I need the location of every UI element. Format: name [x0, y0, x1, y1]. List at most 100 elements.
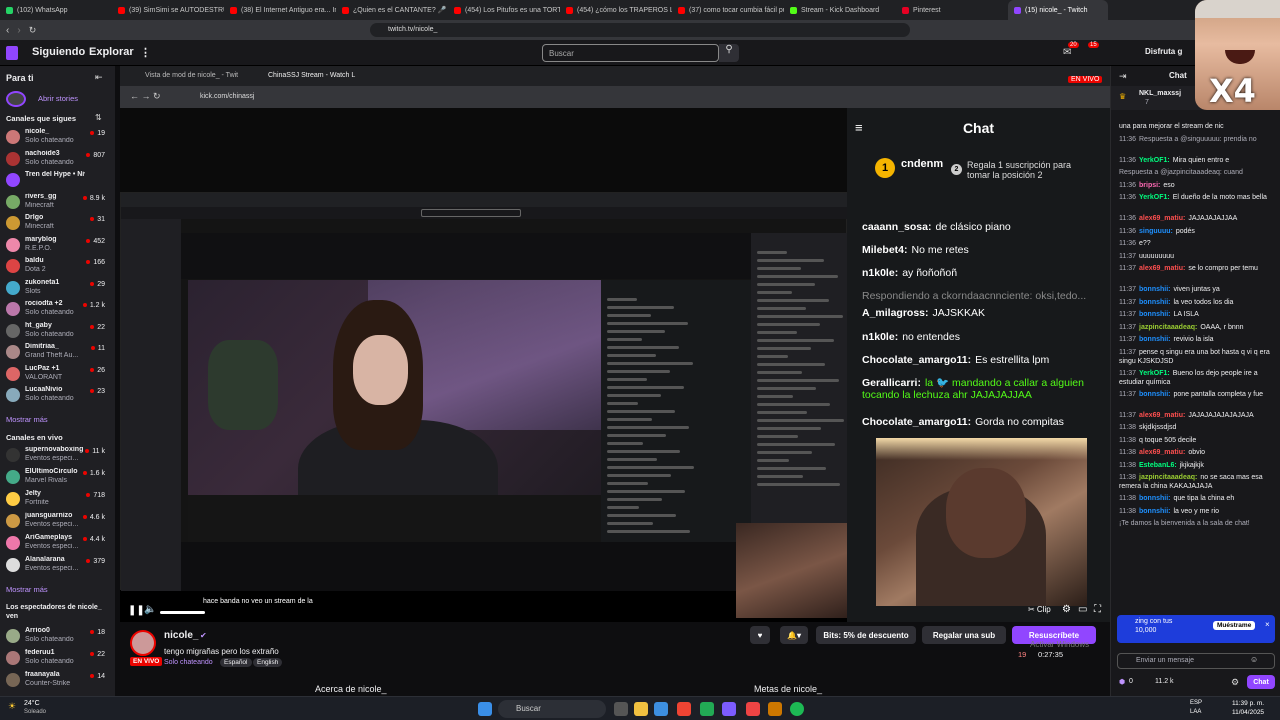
chat-username[interactable]: bonnshii: — [1139, 311, 1171, 318]
channel-row[interactable]: baldu Dota 2 166 — [0, 256, 115, 278]
chat-username[interactable]: alex69_matiu: — [1139, 412, 1185, 419]
settings-gear-icon[interactable]: ⚙ — [1062, 604, 1071, 615]
browser-tab[interactable]: (38) El Internet Antiguo era... Inq — [224, 0, 336, 20]
clip-button[interactable]: ✂ Clip — [1028, 605, 1051, 614]
browser-tab[interactable]: (37) como tocar cumbia fácil puer — [672, 0, 784, 20]
chat-username[interactable]: bripsi: — [1139, 182, 1160, 189]
kick-chat-username[interactable]: Chocolate_amargo11: — [862, 416, 971, 428]
chat-input[interactable]: Enviar un mensaje ☺ — [1117, 653, 1275, 669]
chat-username[interactable]: alex69_matiu: — [1139, 215, 1185, 222]
tag-english[interactable]: English — [253, 658, 283, 667]
channel-row[interactable]: LucPaz +1 VALORANT 26 — [0, 364, 115, 386]
channel-row[interactable]: nicole_ Solo chateando 19 — [0, 127, 115, 149]
chat-username[interactable]: bonnshii: — [1139, 286, 1171, 293]
search-button[interactable]: ⚲ — [719, 44, 739, 62]
kick-chat-username[interactable]: Milebet4: — [862, 244, 908, 256]
nav-following[interactable]: Siguiendo — [32, 46, 85, 58]
fullscreen-icon[interactable]: ⛶ — [1094, 604, 1101, 615]
file-explorer-icon[interactable] — [634, 702, 648, 716]
chat-username[interactable]: bonnshii: — [1139, 508, 1171, 515]
tag-spanish[interactable]: Español — [220, 658, 252, 667]
browser-tab[interactable]: Stream - Kick Dashboard — [784, 0, 896, 20]
chat-username[interactable]: singuuuu: — [1139, 228, 1173, 235]
channel-points-icon[interactable]: ⬢ — [1119, 678, 1125, 686]
bits-discount-button[interactable]: Bits: 5% de descuento — [816, 626, 916, 644]
channel-row[interactable]: juansguarnizo Eventos especi... 4.6 k — [0, 511, 115, 533]
show-more-followed[interactable]: Mostrar más — [6, 415, 48, 424]
about-heading[interactable]: Acerca de nicole_ — [315, 684, 387, 694]
store-icon[interactable] — [654, 702, 668, 716]
chat-username[interactable]: bonnshii: — [1139, 495, 1171, 502]
reload-icon[interactable]: ↻ — [29, 25, 37, 36]
start-icon[interactable] — [478, 702, 492, 716]
twitch-logo-icon[interactable] — [6, 46, 18, 60]
gift-sub-button[interactable]: Regalar una sub — [922, 626, 1006, 644]
brave-icon[interactable] — [677, 702, 691, 716]
channel-row[interactable]: federuu1 Solo chateando 22 — [0, 648, 115, 670]
browser-tab[interactable]: ¿Quien es el CANTANTE? 🎤 Jueg — [336, 0, 448, 20]
channel-row[interactable]: Dimitriaa_ Grand Theft Au... 11 — [0, 342, 115, 364]
chat-username[interactable]: bonnshii: — [1139, 299, 1171, 306]
chat-username[interactable]: YerkOF1: — [1139, 370, 1170, 377]
app-icon-orange[interactable] — [768, 702, 782, 716]
channel-row[interactable]: zukoneta1 Slots 29 — [0, 278, 115, 300]
channel-row[interactable]: Jelty Fortnite 718 — [0, 489, 115, 511]
browser-tab[interactable]: (15) nicole_ - Twitch — [1008, 0, 1108, 20]
search-input[interactable]: Buscar — [542, 44, 719, 62]
follow-heart-button[interactable]: ♥ — [750, 626, 770, 644]
kick-chat-username[interactable]: Chocolate_amargo11: — [862, 354, 971, 366]
chat-username[interactable]: YerkOF1: — [1139, 157, 1170, 164]
prime-label[interactable]: Disfruta g — [1145, 47, 1182, 56]
chat-username[interactable]: jazpincitaaadeaq: — [1139, 474, 1197, 481]
channel-row[interactable]: Arrioo0 Solo chateando 18 — [0, 626, 115, 648]
browser-tab[interactable]: (39) SimSimi se AUTODESTRUYÓ — [112, 0, 224, 20]
browser-tab[interactable]: (454) ¿cómo los TRAPEROS LOGR — [560, 0, 672, 20]
collapse-sidebar-icon[interactable]: ⇤ — [95, 72, 103, 83]
stream-category[interactable]: Solo chateando — [164, 659, 213, 666]
channel-row[interactable]: rociodta +2 Solo chateando 1.2 k — [0, 299, 115, 321]
chat-username[interactable]: EstebanL6: — [1139, 462, 1177, 469]
kick-chat-username[interactable]: n1k0le: — [862, 331, 898, 343]
channel-row[interactable]: nachoide3 Solo chateando 807 — [0, 149, 115, 171]
browser-tab[interactable]: Pinterest — [896, 0, 1008, 20]
sort-icon[interactable]: ⇅ — [95, 113, 102, 122]
browser-tab[interactable]: (454) Los Pitufos es una TORTURA — [448, 0, 560, 20]
channel-row[interactable]: rivers_gg Minecraft 8.9 k — [0, 192, 115, 214]
inbox-icon[interactable]: ✉ — [1063, 47, 1071, 58]
channel-row[interactable]: Alanalarana Eventos especi... 379 — [0, 555, 115, 577]
chat-username[interactable]: alex69_matiu: — [1139, 265, 1185, 272]
channel-row[interactable]: Drlgo Minecraft 31 — [0, 213, 115, 235]
show-me-button[interactable]: Muéstrame — [1213, 621, 1256, 630]
channel-row[interactable]: ht_gaby Solo chateando 22 — [0, 321, 115, 343]
app-icon-green[interactable] — [700, 702, 714, 716]
emote-icon[interactable]: ☺ — [1250, 655, 1258, 664]
kick-chat-username[interactable]: Gerallicarri: — [862, 377, 921, 389]
close-promo-icon[interactable]: × — [1265, 620, 1270, 629]
chat-username[interactable]: YerkOF1: — [1139, 194, 1170, 201]
channel-name[interactable]: nicole_ — [164, 630, 198, 641]
taskbar-search[interactable]: Buscar — [498, 700, 606, 718]
volume-slider[interactable] — [160, 611, 205, 614]
open-stories-link[interactable]: Abrir stories — [38, 94, 78, 103]
theatre-mode-icon[interactable]: ▭ — [1078, 604, 1087, 615]
taskview-icon[interactable] — [614, 702, 628, 716]
more-options-icon[interactable]: ⋮ — [140, 46, 151, 59]
nav-browse[interactable]: Explorar — [89, 46, 134, 58]
channel-row[interactable]: fraanayala Counter-Strike 14 — [0, 670, 115, 692]
stream-video[interactable]: Vista de mod de nicole_ - Twit ChinaSSJ … — [120, 66, 1110, 622]
chat-username[interactable]: alex69_matiu: — [1139, 449, 1185, 456]
kick-chat-username[interactable]: A_milagross: — [862, 307, 929, 319]
pause-icon[interactable]: ❚❚ — [128, 605, 145, 616]
chat-username[interactable]: bonnshii: — [1139, 336, 1171, 343]
clock-time[interactable]: 11:39 p. m. — [1232, 700, 1264, 707]
volume-icon[interactable]: 🔈 — [144, 604, 156, 615]
app-icon-red[interactable] — [746, 702, 760, 716]
channel-avatar[interactable] — [130, 630, 156, 656]
forward-icon[interactable]: › — [17, 25, 20, 36]
back-icon[interactable]: ‹ — [6, 25, 9, 36]
collapse-chat-icon[interactable]: ⇥ — [1119, 71, 1127, 82]
channel-row[interactable]: AriGameplays Eventos especi... 4.4 k — [0, 533, 115, 555]
stories-avatar[interactable] — [6, 91, 26, 107]
channel-row[interactable]: ElUltimoCirculo Marvel Rivals 1.6 k — [0, 467, 115, 489]
kick-chat-username[interactable]: n1k0le: — [862, 267, 898, 279]
